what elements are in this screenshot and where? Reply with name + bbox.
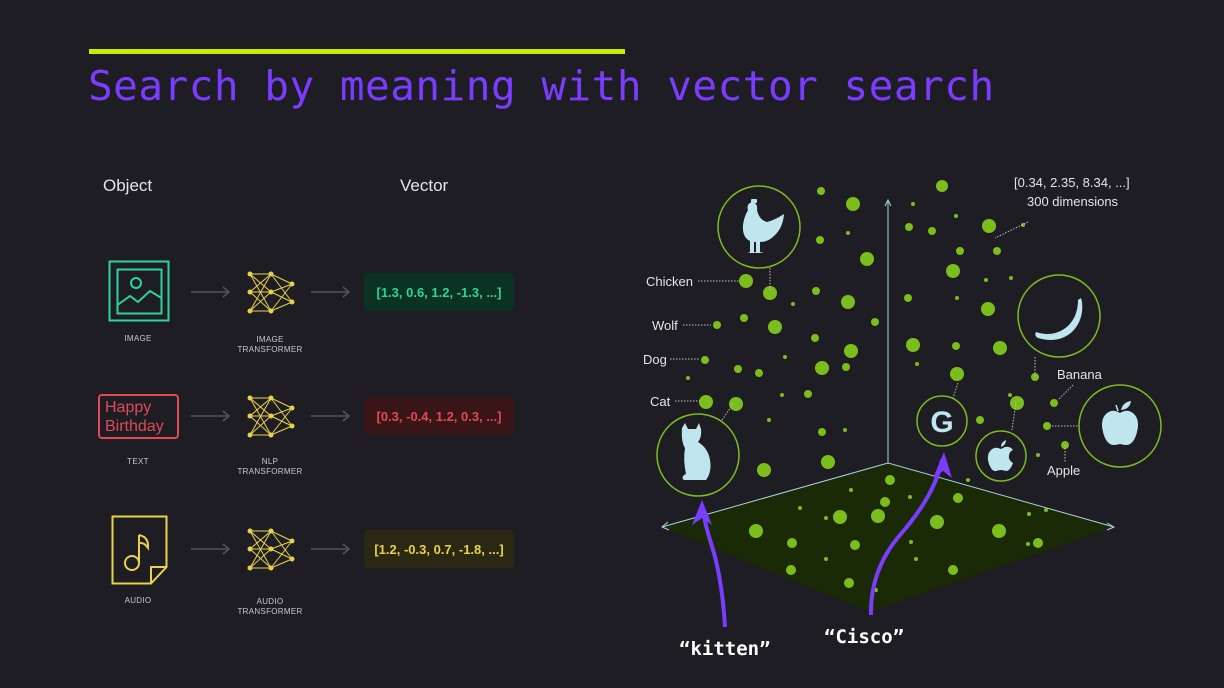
embedding-dot (930, 515, 944, 529)
apple-label: Apple (1047, 463, 1080, 478)
embedding-dot (843, 428, 847, 432)
embedding-dot (1043, 422, 1051, 430)
embedding-dot (955, 296, 959, 300)
embedding-dot (993, 247, 1001, 255)
chicken-label: Chicken (646, 274, 693, 289)
embedding-dot (1044, 508, 1048, 512)
embedding-dot (880, 497, 890, 507)
embedding-dot (946, 264, 960, 278)
embedding-dot (767, 418, 771, 422)
embedding-dot (904, 294, 912, 302)
embedding-dot (749, 524, 763, 538)
banana-circle (1017, 274, 1101, 358)
embedding-dot (791, 302, 795, 306)
embedding-dot (1050, 399, 1058, 407)
embedding-dot (952, 342, 960, 350)
embedding-dot (860, 252, 874, 266)
embedding-dot (909, 540, 913, 544)
embedding-dot (1027, 512, 1031, 516)
embedding-dot (699, 395, 713, 409)
embedding-dot (787, 538, 797, 548)
kitten-query: “kitten” (679, 638, 771, 660)
embedding-dot (686, 376, 690, 380)
floor-plane (662, 463, 1114, 612)
embedding-dot (1010, 396, 1024, 410)
embedding-dot (953, 493, 963, 503)
embedding-dot (798, 506, 802, 510)
embedding-dot (914, 557, 918, 561)
embedding-dot (928, 227, 936, 235)
embedding-dot (915, 362, 919, 366)
embedding-dot (821, 455, 835, 469)
embedding-dot (911, 202, 915, 206)
wolf-label: Wolf (652, 318, 678, 333)
embedding-dot (992, 524, 1006, 538)
embedding-dot (816, 236, 824, 244)
embedding-dot (844, 578, 854, 588)
embedding-dot (841, 295, 855, 309)
embedding-dot (786, 565, 796, 575)
embedding-dot (948, 565, 958, 575)
embedding-dot (976, 416, 984, 424)
embedding-dot (871, 509, 885, 523)
cisco-arrowhead-icon (933, 452, 952, 478)
embedding-dot (936, 180, 948, 192)
embedding-dot (824, 557, 828, 561)
embedding-dot (783, 355, 787, 359)
embedding-dot (1031, 373, 1039, 381)
embedding-dot (906, 338, 920, 352)
vector-example-label: [0.34, 2.35, 8.34, ...] (1014, 175, 1130, 190)
embedding-dot (1033, 538, 1043, 548)
google-icon: G (930, 406, 953, 439)
embedding-dot (734, 365, 742, 373)
embedding-dot (818, 428, 826, 436)
embedding-dot (1008, 393, 1012, 397)
embedding-dot (817, 187, 825, 195)
embedding-dot (780, 393, 784, 397)
dog-label: Dog (643, 352, 667, 367)
embedding-dot (966, 478, 970, 482)
embedding-dot (1036, 453, 1040, 457)
embedding-dot (981, 302, 995, 316)
embedding-dot (993, 341, 1007, 355)
embedding-dot (1009, 276, 1013, 280)
embedding-dot (850, 540, 860, 550)
embedding-dot (815, 361, 829, 375)
cisco-query: “Cisco” (824, 626, 905, 648)
embedding-dot (768, 320, 782, 334)
embedding-dot (982, 219, 996, 233)
embedding-dot (842, 363, 850, 371)
embedding-dot (905, 223, 913, 231)
embedding-dot (950, 367, 964, 381)
embedding-dot (811, 334, 819, 342)
embedding-dot (846, 231, 850, 235)
banana-label: Banana (1057, 367, 1103, 382)
embedding-dot (701, 356, 709, 364)
embedding-dot (984, 278, 988, 282)
dimensions-label: 300 dimensions (1027, 194, 1119, 209)
embedding-dot (713, 321, 721, 329)
embedding-dot (740, 314, 748, 322)
embedding-dot (871, 318, 879, 326)
embedding-dot (739, 274, 753, 288)
embedding-dot (812, 287, 820, 295)
embedding-dot (846, 197, 860, 211)
embedding-dot (885, 475, 895, 485)
embedding-dot (849, 488, 853, 492)
embedding-dot (763, 286, 777, 300)
vector-space-diagram: Chicken Wolf Dog Cat Banana Apple [0.34,… (643, 175, 1162, 628)
embedding-dot (1026, 542, 1030, 546)
embedding-dot (729, 397, 743, 411)
embedding-dot (908, 495, 912, 499)
embedding-dot (844, 344, 858, 358)
cat-label: Cat (650, 394, 671, 409)
embedding-dot (804, 390, 812, 398)
embedding-dot (954, 214, 958, 218)
embedding-dot (755, 369, 763, 377)
embedding-dot (956, 247, 964, 255)
embedding-dot (757, 463, 771, 477)
embedding-dot (833, 510, 847, 524)
embedding-dot (824, 516, 828, 520)
